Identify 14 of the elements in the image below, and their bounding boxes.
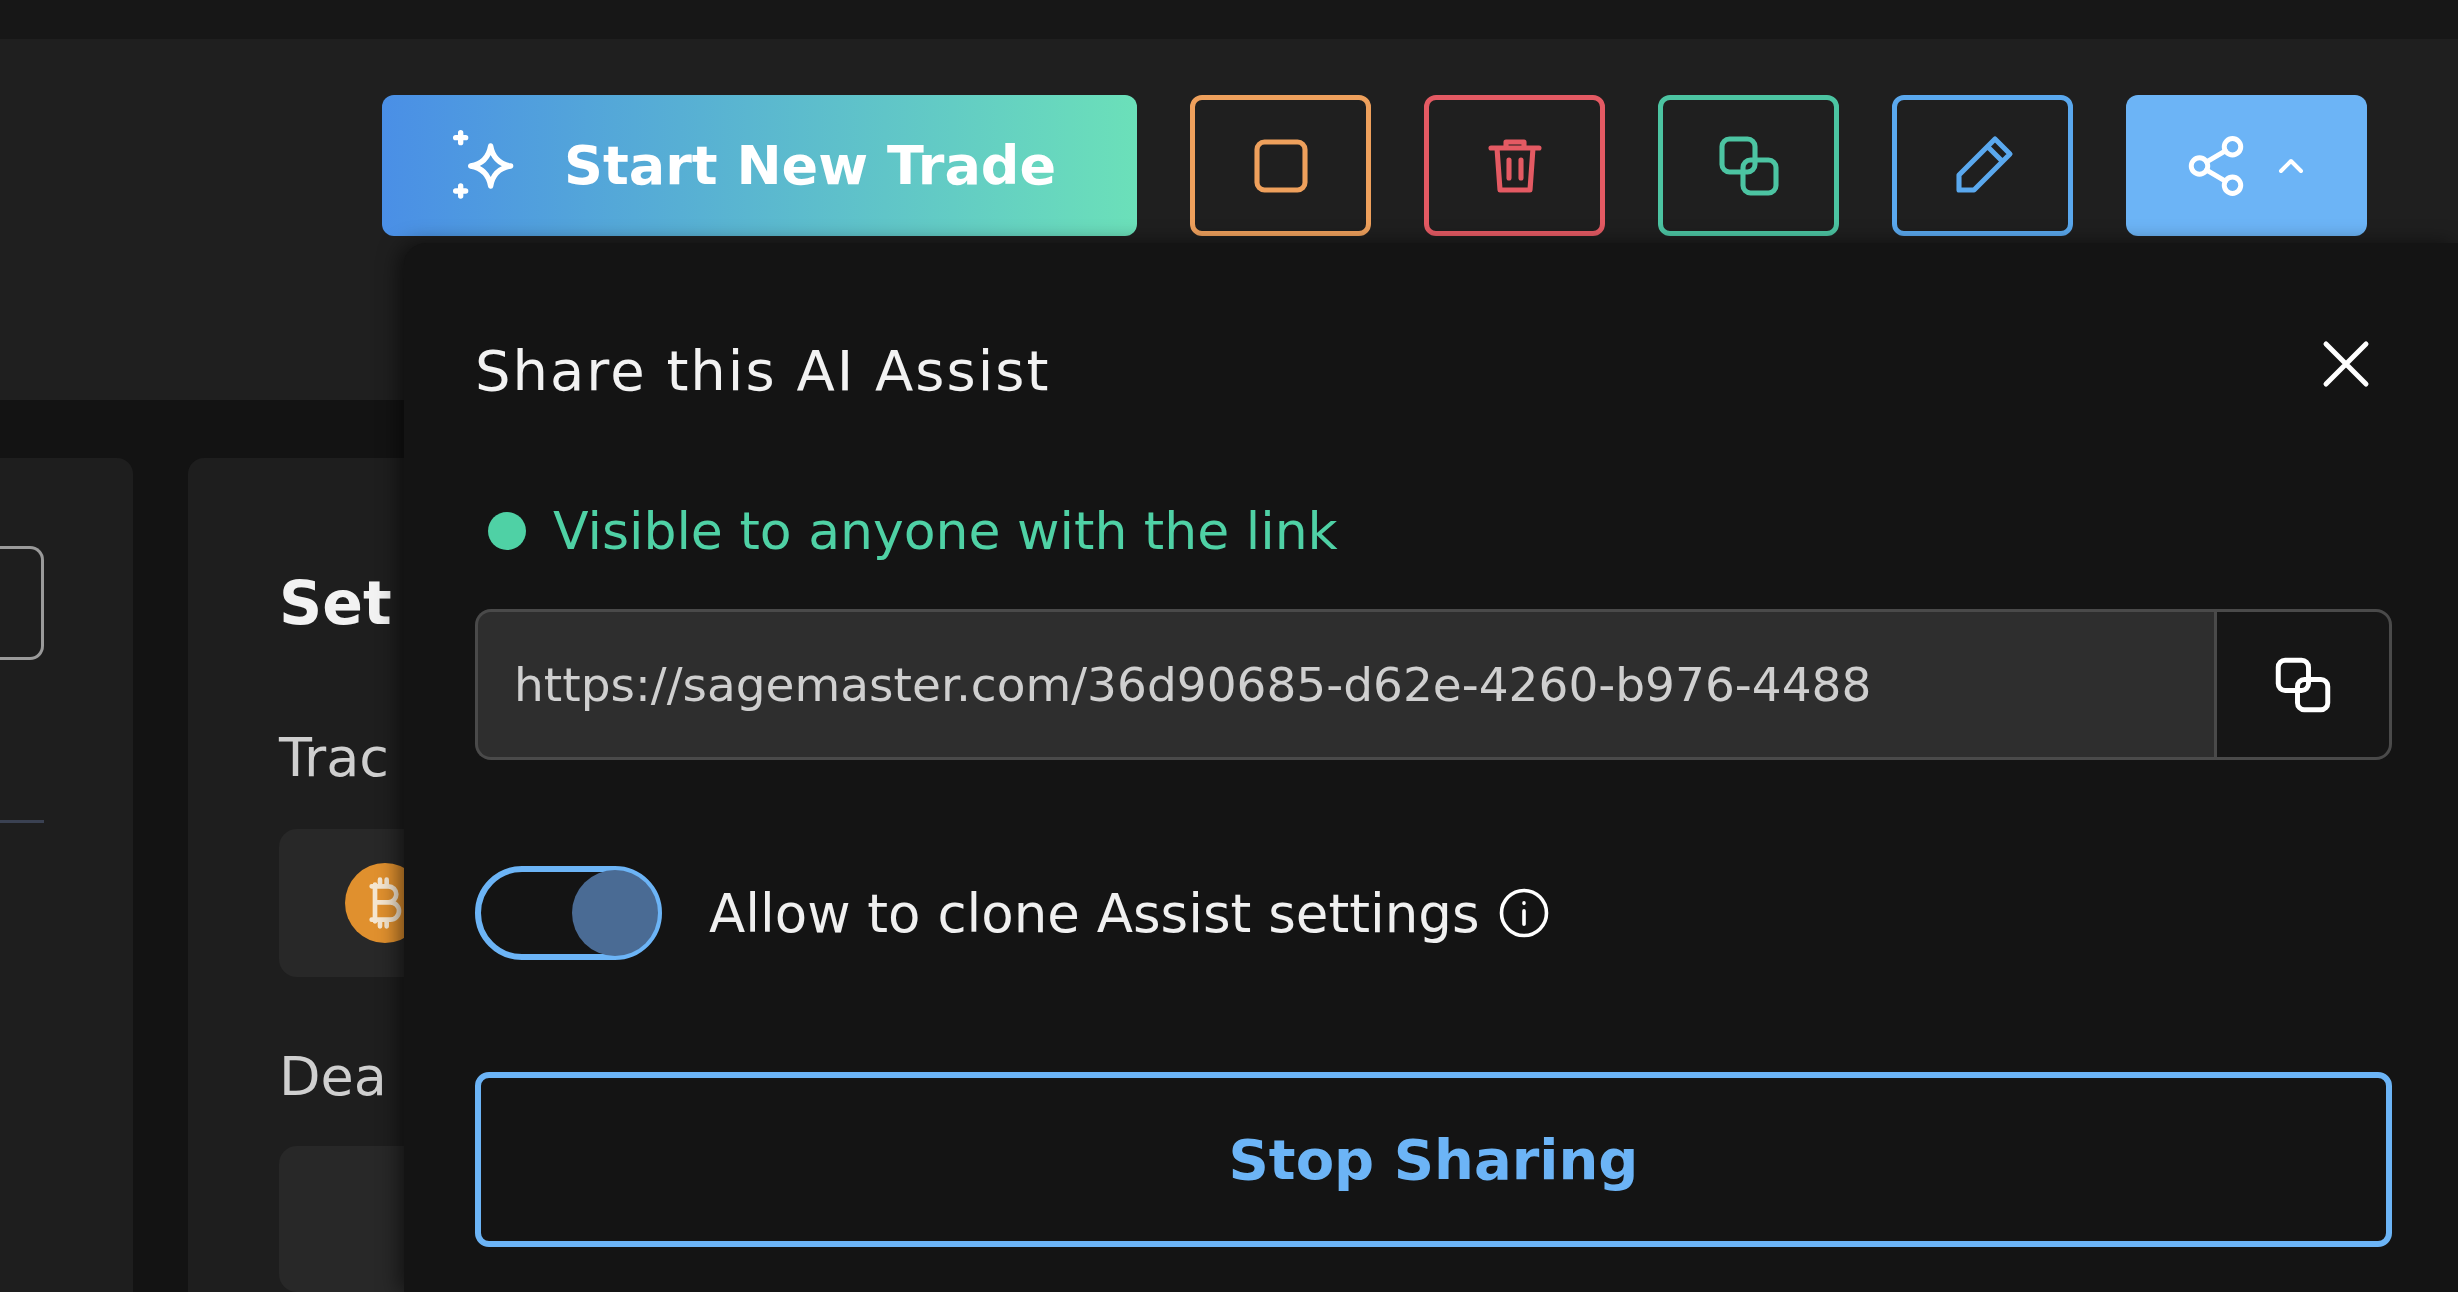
stop-sharing-button[interactable]: Stop Sharing <box>475 1072 2392 1247</box>
edit-button[interactable] <box>1892 95 2073 236</box>
deal-label: Dea <box>279 1045 387 1109</box>
link-field[interactable]: https://sagemaster.com/36d90685-d62e-4260-b976-4488 <box>475 609 2214 760</box>
trading-label: Trac <box>279 726 390 789</box>
visibility-status: Visible to anyone with the link <box>553 501 1338 561</box>
delete-button[interactable] <box>1424 95 1605 236</box>
duplicate-button[interactable] <box>1658 95 1839 236</box>
clone-toggle-label: Allow to clone Assist settings <box>709 882 1480 944</box>
share-button[interactable] <box>2126 95 2367 236</box>
settings-heading: Set <box>279 568 392 638</box>
stop-button[interactable] <box>1190 95 1371 236</box>
popover-title: Share this AI Assist <box>475 338 1051 403</box>
copy-link-button[interactable] <box>2214 609 2392 760</box>
